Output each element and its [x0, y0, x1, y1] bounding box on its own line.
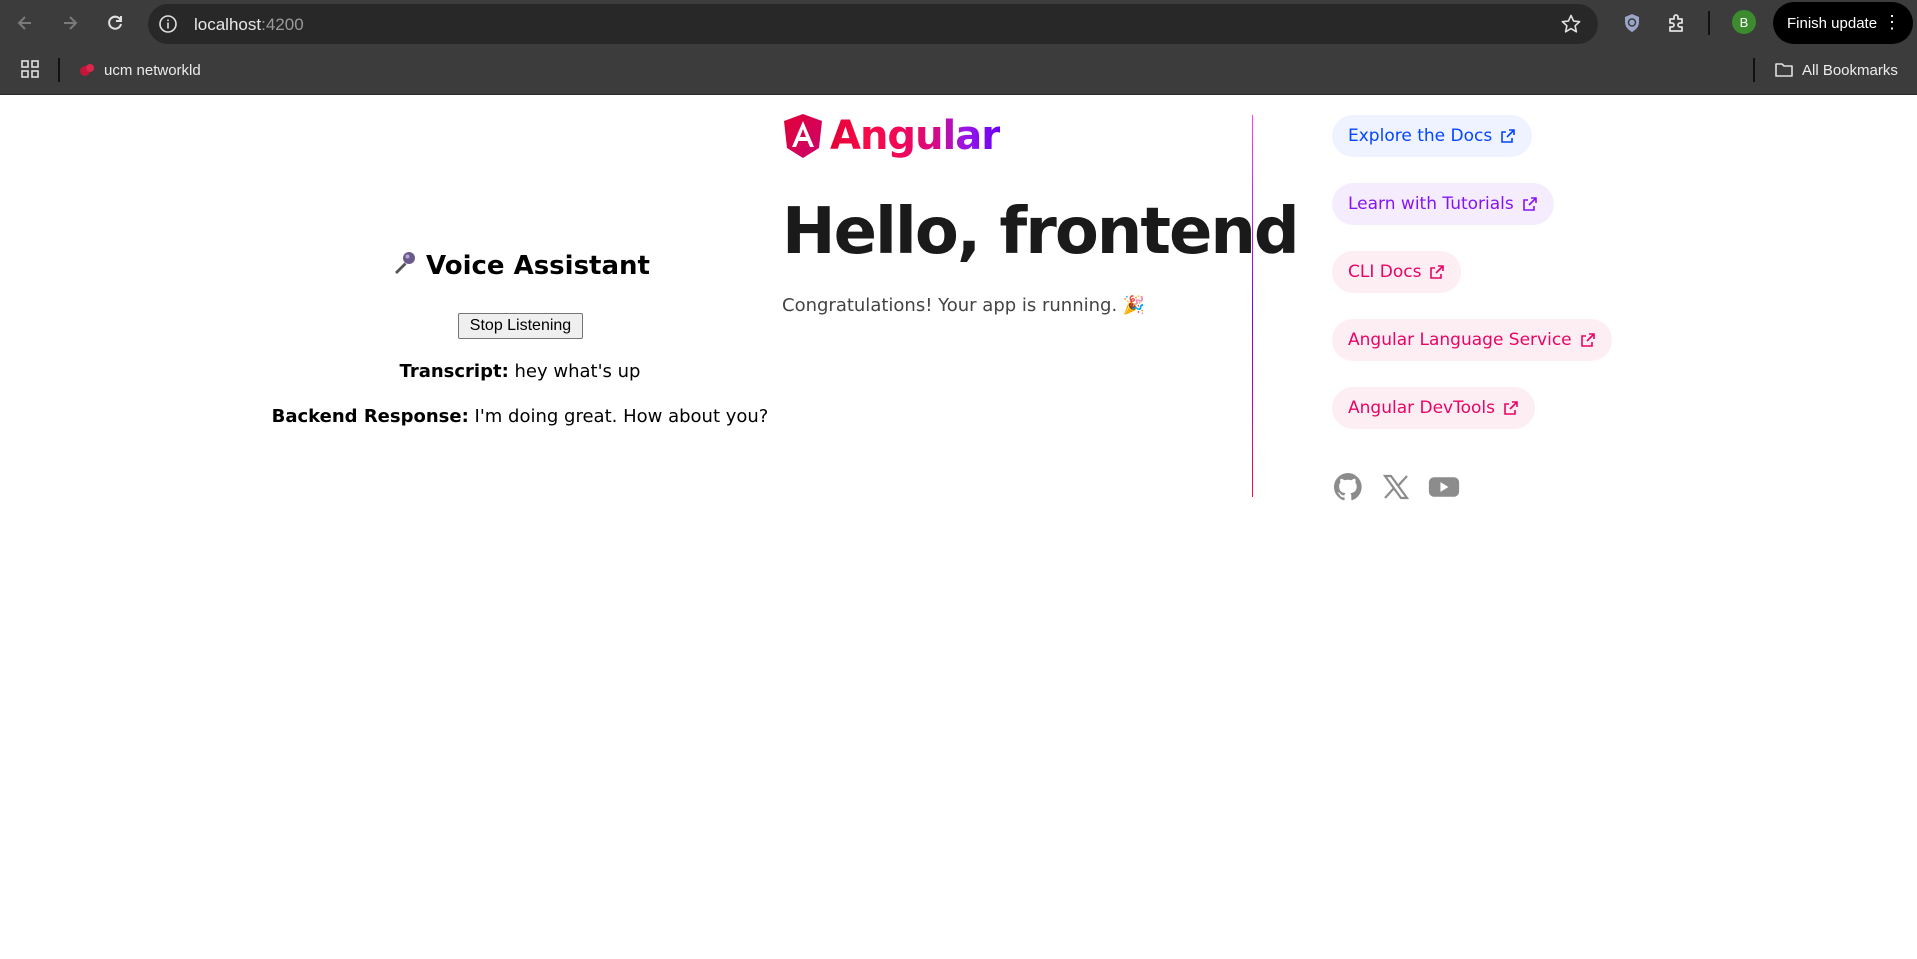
finish-update-button[interactable]: Finish update ⋮ — [1773, 2, 1913, 44]
site-info-icon[interactable] — [158, 14, 178, 34]
link-label: Explore the Docs — [1348, 126, 1493, 146]
address-bar[interactable]: localhost:4200 — [148, 4, 1598, 44]
transcript-line: Transcript: hey what's up — [250, 361, 790, 382]
link-label: Angular Language Service — [1348, 330, 1572, 350]
arrow-left-icon — [17, 16, 31, 30]
url-port: :4200 — [261, 15, 304, 34]
bookmark-star-icon[interactable] — [1560, 13, 1582, 35]
external-link-icon — [1430, 265, 1445, 279]
external-link-icon — [1522, 197, 1537, 211]
extensions-puzzle-icon[interactable] — [1665, 11, 1689, 35]
finish-update-label: Finish update — [1787, 14, 1878, 32]
reload-icon — [108, 15, 122, 30]
folder-icon — [1775, 63, 1793, 77]
link-explore-docs[interactable]: Explore the Docs — [1332, 115, 1533, 157]
all-bookmarks-button[interactable]: All Bookmarks — [1774, 58, 1898, 82]
gradient-divider — [1252, 115, 1253, 497]
external-link-icon — [1501, 129, 1516, 143]
bookmark-label: ucm networkld — [104, 61, 201, 79]
shield-extension-icon[interactable] — [1620, 11, 1644, 35]
more-vertical-icon: ⋮ — [1883, 12, 1901, 32]
congrats-text: Congratulations! Your app is running. 🎉 — [782, 295, 1146, 316]
link-language-service[interactable]: Angular Language Service — [1332, 319, 1612, 361]
all-bookmarks-label: All Bookmarks — [1802, 61, 1898, 79]
x-twitter-icon[interactable] — [1380, 471, 1412, 503]
github-icon[interactable] — [1332, 471, 1364, 503]
link-learn-tutorials[interactable]: Learn with Tutorials — [1332, 183, 1554, 225]
apps-grid-icon[interactable] — [20, 59, 40, 79]
link-label: Angular DevTools — [1348, 398, 1495, 418]
angular-shield-icon — [784, 114, 822, 158]
reload-button[interactable] — [102, 10, 128, 36]
backend-response-label: Backend Response: — [271, 406, 469, 427]
bookmark-ucm-networkid[interactable]: ucm networkld — [78, 58, 201, 82]
angular-logo: Angular — [782, 113, 1001, 159]
page-content: Voice Assistant Stop Listening Transcrip… — [0, 95, 1917, 959]
voice-assistant-title-text: Voice Assistant — [426, 251, 650, 281]
url-host: localhost — [194, 15, 262, 34]
bookmarks-separator-right — [1753, 58, 1755, 82]
url-text[interactable]: localhost:4200 — [194, 15, 304, 35]
youtube-icon[interactable] — [1428, 471, 1460, 503]
backend-response-line: Backend Response: I'm doing great. How a… — [250, 406, 790, 427]
bookmarks-bar: ucm networkld All Bookmarks — [0, 46, 1917, 95]
link-label: Learn with Tutorials — [1348, 194, 1514, 214]
toolbar-separator — [1708, 11, 1710, 35]
page-title: Hello, frontend — [782, 195, 1300, 269]
arrow-right-icon — [64, 16, 78, 30]
external-link-icon — [1580, 333, 1595, 347]
link-cli-docs[interactable]: CLI Docs — [1332, 251, 1462, 293]
transcript-value: hey what's up — [514, 361, 641, 382]
social-links — [1332, 471, 1460, 503]
transcript-label: Transcript: — [399, 361, 509, 382]
profile-avatar[interactable]: B — [1732, 10, 1756, 34]
back-button[interactable] — [12, 10, 38, 36]
link-devtools[interactable]: Angular DevTools — [1332, 387, 1535, 429]
bookmarks-separator — [58, 58, 60, 82]
microphone-icon — [390, 250, 418, 278]
bookmark-favicon-icon — [80, 64, 94, 76]
stop-listening-button[interactable]: Stop Listening — [458, 313, 583, 339]
angular-logo-text: Angular — [830, 113, 1001, 159]
browser-toolbar: localhost:4200 B Finish update ⋮ — [0, 0, 1917, 46]
external-link-icon — [1504, 401, 1518, 415]
voice-assistant-title: Voice Assistant — [250, 250, 790, 281]
link-label: CLI Docs — [1348, 262, 1422, 282]
forward-button[interactable] — [57, 10, 83, 36]
backend-response-value: I'm doing great. How about you? — [474, 406, 769, 427]
